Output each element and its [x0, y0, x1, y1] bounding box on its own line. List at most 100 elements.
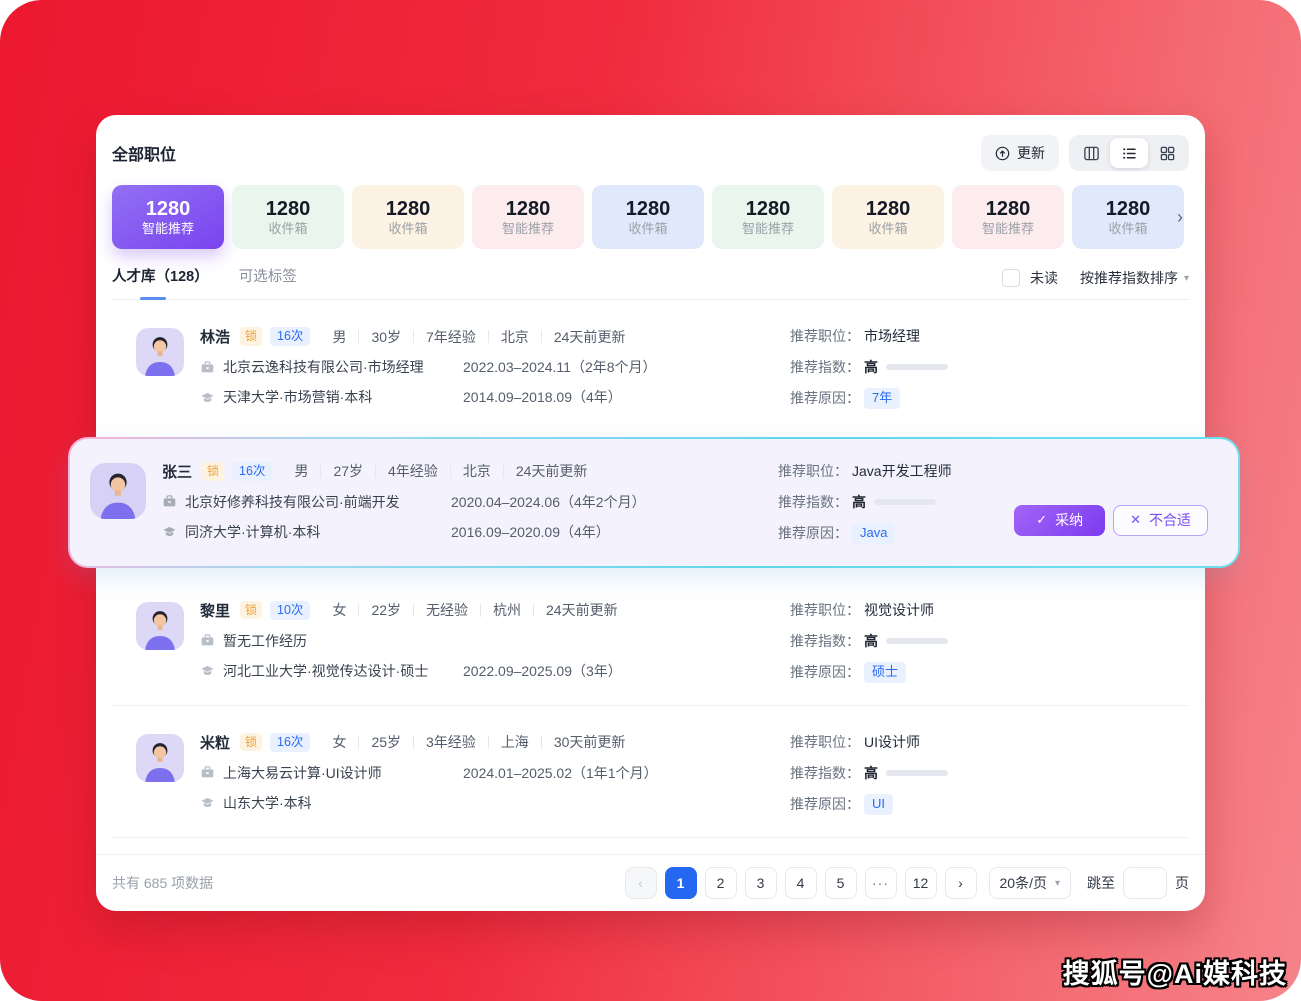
sort-label: 按推荐指数排序 [1079, 270, 1178, 286]
tab-talent-pool[interactable]: 人才库（128） [112, 265, 209, 300]
reject-button[interactable]: ✕ 不合适 [1113, 504, 1208, 536]
caret-down-icon: ▾ [1183, 272, 1189, 284]
watermark: 搜狐号@Ai媒科技 [1062, 959, 1287, 989]
page-title: 全部职位 [112, 147, 177, 164]
sort-dropdown[interactable]: 按推荐指数排序 ▾ [1080, 268, 1189, 288]
meta-gender: 男 [294, 463, 309, 480]
job-tab-count: 1280 [145, 198, 191, 220]
meta-updated: 30天前更新 [553, 734, 626, 751]
lock-badge: 锁 [240, 732, 263, 752]
job-tab-label: 收件箱 [628, 221, 668, 236]
update-button[interactable]: 更新 [981, 135, 1059, 171]
page-button-2[interactable]: 2 [704, 867, 737, 899]
job-tab-6[interactable]: 1280 智能推荐 [712, 185, 824, 249]
recommendation-info: 推荐职位： UI设计师 推荐指数： 高 推荐原因： UI [790, 732, 1014, 815]
job-tab-label: 收件箱 [1108, 221, 1148, 236]
recommendation-info: 推荐职位： Java开发工程师 推荐指数： 高 推荐原因： Java [778, 461, 1002, 544]
education-icon [163, 527, 176, 537]
candidate-name: 黎里 [200, 602, 231, 620]
rec-index-label: 推荐指数： [790, 632, 860, 649]
page-size-select[interactable]: 20条/页 ▾ [988, 867, 1071, 899]
job-tab-5[interactable]: 1280 收件箱 [592, 185, 704, 249]
meta-updated: 24天前更新 [553, 328, 626, 345]
work-history: 北京云逸科技有限公司·市场经理 [223, 359, 424, 375]
jump-page-input[interactable] [1123, 867, 1167, 899]
rec-job-value: 视觉设计师 [864, 601, 934, 618]
meta-updated: 24天前更新 [515, 463, 588, 480]
prev-page-button[interactable]: ‹ [624, 867, 657, 899]
rec-index-level: 高 [864, 632, 878, 649]
page-button-3[interactable]: 3 [744, 867, 777, 899]
job-tab-count: 1280 [625, 198, 671, 220]
meta-city: 杭州 [493, 602, 522, 619]
columns-view-button[interactable] [1072, 138, 1110, 168]
candidate-row-selected[interactable]: 张三 锁 16次 男 27岁 4年经验 北京 24天前更新 北京好修养科技有限公… [70, 438, 1238, 566]
edu-period: 2016.09–2020.09（4年） [451, 523, 610, 540]
candidate-info: 张三 锁 16次 男 27岁 4年经验 北京 24天前更新 北京好修养科技有限公… [162, 461, 778, 542]
avatar [136, 328, 184, 376]
next-page-button[interactable]: › [944, 867, 977, 899]
education: 天津大学·市场营销·本科 [223, 389, 373, 405]
tab-optional-tags[interactable]: 可选标签 [239, 265, 297, 288]
job-tab-2[interactable]: 1280 收件箱 [232, 185, 344, 249]
jobs-panel: 全部职位 更新 1280 智能推荐 1280 收件箱 1280 收件箱 1280… [68, 115, 1240, 911]
rec-index-level: 高 [852, 493, 866, 510]
meta-experience: 4年经验 [388, 463, 438, 480]
highlighted-card-border: 张三 锁 16次 男 27岁 4年经验 北京 24天前更新 北京好修养科技有限公… [68, 436, 1240, 568]
candidate-row[interactable]: 林浩 锁 16次 男 30岁 7年经验 北京 24天前更新 北京云逸科技有限公司… [112, 300, 1189, 431]
list-view-button[interactable] [1110, 138, 1148, 168]
edu-period: 2014.09–2018.09（4年） [463, 389, 622, 405]
tabs-scroll-right-icon[interactable]: › [1175, 206, 1185, 228]
meta-age: 25岁 [371, 734, 402, 751]
reject-label: 不合适 [1149, 512, 1191, 529]
rec-job-label: 推荐职位： [790, 328, 860, 344]
work-period: 2024.01–2025.02（1年1个月） [463, 764, 658, 781]
job-tab-4[interactable]: 1280 智能推荐 [472, 185, 584, 249]
meta-gender: 女 [332, 734, 347, 751]
education-icon [201, 392, 214, 402]
job-tab-8[interactable]: 1280 智能推荐 [952, 185, 1064, 249]
pagination: ‹ 1 2 3 4 5 ··· 12 › 20条/页 ▾ 跳至 页 [624, 867, 1189, 899]
meta-gender: 女 [332, 602, 347, 619]
job-tab-count: 1280 [385, 198, 431, 220]
lock-badge: 锁 [240, 601, 263, 620]
filter-controls: 未读 按推荐指数排序 ▾ [1001, 268, 1189, 288]
chevron-left-icon: ‹ [638, 875, 643, 891]
job-tab-label: 智能推荐 [501, 221, 554, 236]
grid-view-button[interactable] [1148, 138, 1186, 168]
rec-index-label: 推荐指数： [778, 493, 848, 510]
work-period: 2020.04–2024.06（4年2个月） [451, 493, 646, 510]
page-button-4[interactable]: 4 [784, 867, 817, 899]
recommendation-info: 推荐职位： 市场经理 推荐指数： 高 推荐原因： 7年 [790, 326, 1014, 409]
candidate-row[interactable]: 米粒 锁 16次 女 25岁 3年经验 上海 30天前更新 上海大易云计算·UI… [112, 706, 1189, 838]
job-tab-7[interactable]: 1280 收件箱 [832, 185, 944, 249]
job-tab-count: 1280 [265, 198, 311, 220]
list-view-icon [1122, 147, 1136, 159]
rec-reason-label: 推荐原因： [790, 664, 860, 681]
rec-job-label: 推荐职位： [790, 601, 860, 618]
rec-reason-label: 推荐原因： [778, 525, 848, 542]
avatar [136, 601, 184, 650]
page-ellipsis[interactable]: ··· [864, 867, 897, 899]
page-button-5[interactable]: 5 [824, 867, 857, 899]
unread-label: 未读 [1029, 270, 1058, 286]
job-tab-count: 1280 [1105, 198, 1151, 220]
rec-index-level: 高 [864, 764, 878, 781]
job-tab-9[interactable]: 1280 收件箱 [1072, 185, 1184, 249]
unread-checkbox[interactable] [1001, 269, 1020, 287]
times-badge: 10次 [270, 600, 311, 620]
education: 同济大学·计算机·本科 [185, 523, 321, 540]
briefcase-icon [163, 495, 176, 507]
page-button-12[interactable]: 12 [904, 867, 937, 899]
candidate-row[interactable]: 黎里 锁 10次 女 22岁 无经验 杭州 24天前更新 暂无工作经历 河北工业… [112, 574, 1189, 706]
education: 河北工业大学·视觉传达设计·硕士 [223, 662, 429, 679]
job-tab-count: 1280 [745, 198, 791, 220]
panel-footer: 共有 685 项数据 ‹ 1 2 3 4 5 ··· 12 › 20条/页 ▾ … [96, 854, 1205, 911]
rec-job-value: 市场经理 [864, 328, 920, 344]
job-tab-3[interactable]: 1280 收件箱 [352, 185, 464, 249]
accept-button[interactable]: ✓ 采纳 [1014, 504, 1106, 536]
job-tab-count: 1280 [985, 198, 1031, 220]
job-tab-1[interactable]: 1280 智能推荐 [112, 185, 224, 249]
caret-down-icon: ▾ [1054, 877, 1060, 889]
page-button-1[interactable]: 1 [664, 867, 697, 899]
